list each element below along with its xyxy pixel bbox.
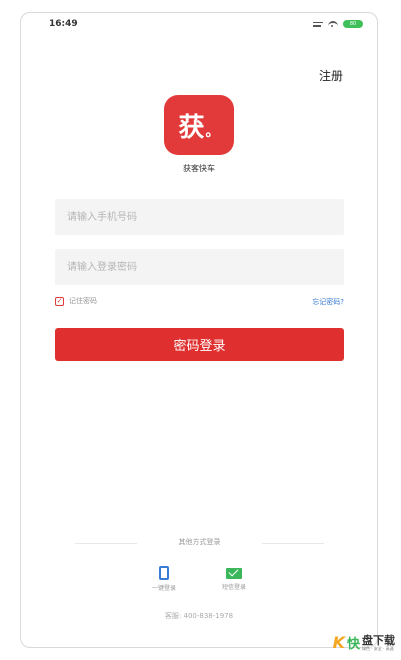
phone-frame: 16:49 80 注册 获。 获客快车 ✓ 记住密码 忘记密码? 密码登录 其他… bbox=[20, 12, 378, 648]
app-logo-dot: 。 bbox=[205, 124, 220, 140]
sms-login-label: 短信登录 bbox=[221, 584, 246, 591]
remember-password-checkbox[interactable]: ✓ bbox=[55, 296, 64, 306]
app-logo-char: 获 bbox=[178, 112, 205, 143]
remember-password-toggle[interactable]: ✓ 记住密码 bbox=[55, 296, 97, 306]
status-time: 16:49 bbox=[49, 19, 78, 29]
password-login-button[interactable]: 密码登录 bbox=[55, 328, 344, 361]
password-input[interactable] bbox=[55, 249, 344, 285]
login-options-row: ✓ 记住密码 忘记密码? bbox=[55, 296, 344, 310]
register-link[interactable]: 注册 bbox=[319, 67, 343, 84]
forgot-password-link[interactable]: 忘记密码? bbox=[312, 297, 344, 307]
divider-right bbox=[262, 543, 324, 544]
one-click-login-button[interactable]: 一键登录 bbox=[144, 566, 184, 592]
status-icons: 80 bbox=[313, 20, 363, 28]
status-bar: 16:49 80 bbox=[21, 13, 377, 37]
signal-icon bbox=[313, 21, 323, 27]
phone-number-input[interactable] bbox=[55, 199, 344, 235]
mail-icon bbox=[226, 568, 242, 579]
watermark-slogan: 绿色 · 安全 · 高速 bbox=[362, 645, 394, 651]
watermark-text: 盘下载 绿色 · 安全 · 高速 bbox=[362, 635, 395, 651]
customer-service-phone: 客服: 400-838-1978 bbox=[164, 612, 234, 620]
watermark-brand: 盘下载 bbox=[362, 633, 395, 647]
other-login-row: 其他方式登录 bbox=[75, 537, 324, 549]
app-name: 获客快车 bbox=[183, 164, 215, 173]
battery-icon: 80 bbox=[343, 20, 363, 28]
watermark-kuai: 快 bbox=[346, 637, 360, 652]
remember-password-label: 记住密码 bbox=[69, 297, 97, 305]
other-login-label: 其他方式登录 bbox=[178, 538, 221, 546]
app-logo: 获。 bbox=[164, 95, 234, 155]
one-click-login-label: 一键登录 bbox=[151, 585, 176, 592]
wifi-icon bbox=[328, 20, 338, 28]
sms-login-button[interactable]: 短信登录 bbox=[214, 566, 254, 591]
phone-icon bbox=[159, 566, 169, 580]
watermark-logo: K 快 盘下载 绿色 · 安全 · 高速 bbox=[333, 633, 395, 652]
watermark-k: K bbox=[332, 633, 345, 652]
